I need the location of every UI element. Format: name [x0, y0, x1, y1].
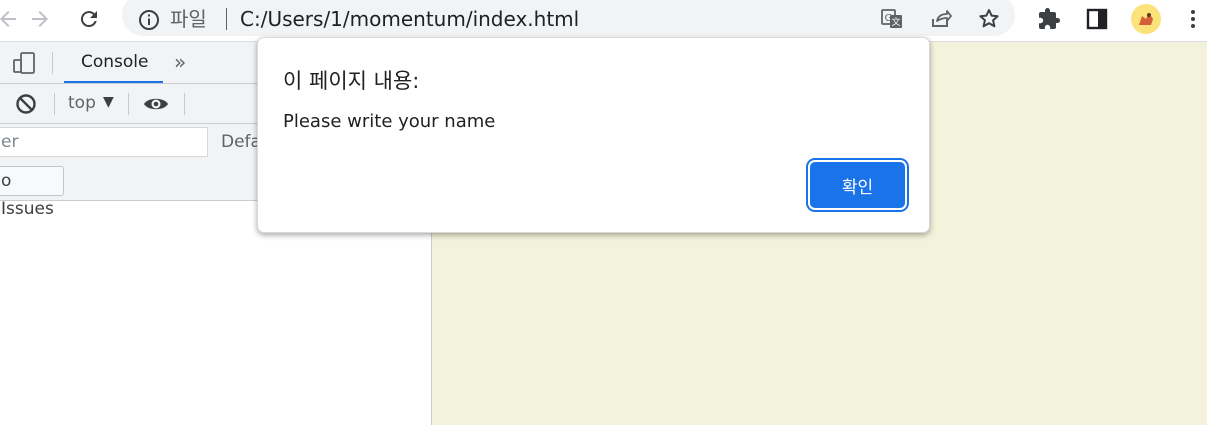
toolbar-divider	[128, 93, 129, 115]
profile-avatar[interactable]	[1130, 3, 1162, 35]
dialog-message: Please write your name	[283, 111, 496, 132]
tab-divider	[52, 52, 53, 74]
more-menu-icon[interactable]	[1177, 3, 1207, 35]
more-tabs-chevron-icon[interactable]: »	[174, 50, 186, 74]
toolbar-divider	[184, 93, 185, 115]
ok-button[interactable]: 확인	[810, 162, 905, 208]
back-arrow-icon[interactable]	[0, 3, 24, 35]
filter-input[interactable]: er	[0, 127, 208, 157]
url-scheme-label: 파일	[170, 7, 207, 31]
tab-console-label: Console	[81, 52, 149, 72]
issues-button[interactable]: o Issues	[0, 166, 64, 219]
device-toolbar-icon[interactable]	[12, 51, 36, 79]
forward-arrow-icon[interactable]	[24, 3, 56, 35]
dropdown-triangle-icon[interactable]: ▼	[103, 94, 114, 110]
translate-icon[interactable]: G文	[876, 3, 908, 35]
url-text[interactable]: C:/Users/1/momentum/index.html	[240, 4, 579, 34]
svg-text:文: 文	[891, 16, 900, 28]
dialog-title: 이 페이지 내용:	[283, 69, 420, 93]
live-expression-eye-icon[interactable]	[143, 93, 169, 119]
browser-toolbar: 파일 C:/Users/1/momentum/index.html G文	[0, 0, 1207, 42]
bookmark-star-icon[interactable]	[973, 3, 1005, 35]
info-icon[interactable]	[138, 9, 160, 31]
address-bar[interactable]: 파일 C:/Users/1/momentum/index.html G文	[122, 0, 1015, 36]
reload-icon[interactable]	[73, 3, 105, 35]
toolbar-divider	[54, 93, 55, 115]
context-selector[interactable]: top	[68, 93, 96, 113]
alert-dialog: 이 페이지 내용: Please write your name 확인	[257, 37, 930, 233]
side-panel-icon[interactable]	[1081, 3, 1113, 35]
tab-console[interactable]: Console	[64, 42, 163, 83]
clear-console-icon[interactable]	[15, 93, 37, 119]
extensions-puzzle-icon[interactable]	[1033, 3, 1065, 35]
share-icon[interactable]	[925, 3, 957, 35]
url-separator	[226, 8, 227, 30]
log-levels-dropdown[interactable]: Defa	[221, 132, 261, 152]
